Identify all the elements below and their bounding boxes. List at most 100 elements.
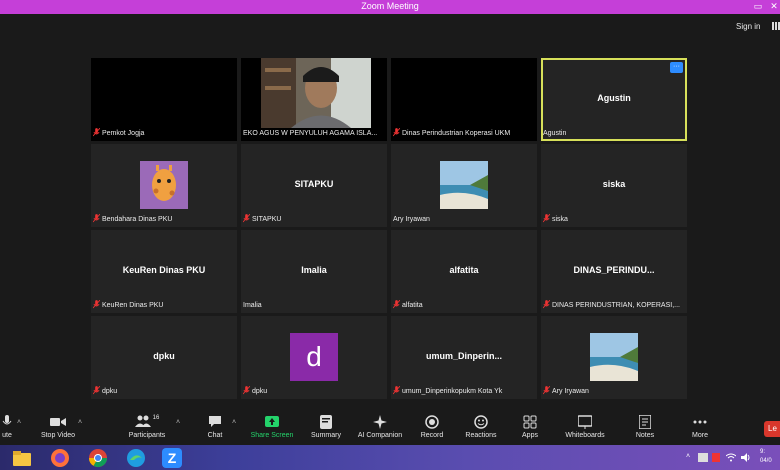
participant-tile[interactable]: DINAS_PERINDU... DINAS PERINDUSTRIAN, KO… (541, 230, 687, 313)
video-options-chevron-icon[interactable]: ˄ (78, 419, 82, 426)
participant-tile[interactable]: alfatita alfatita (391, 230, 537, 313)
stop-video-button[interactable]: Stop Video (36, 411, 80, 439)
participant-name: Imalia (243, 302, 262, 309)
muted-mic-icon (93, 386, 100, 395)
window-title: Zoom Meeting (361, 1, 419, 11)
restore-button[interactable]: ▭ (752, 1, 764, 12)
participant-name: alfatita (393, 300, 535, 311)
close-button[interactable]: ✕ (768, 1, 780, 12)
muted-mic-icon (393, 300, 400, 309)
participant-tile[interactable]: EKO AGUS W PENYULUH AGAMA ISLA... (241, 58, 387, 141)
participant-video (261, 58, 371, 128)
summary-doc-icon (320, 415, 332, 429)
edge-icon[interactable] (126, 448, 146, 468)
volume-icon[interactable] (741, 453, 751, 462)
participant-name: Bendahara Dinas PKU (93, 214, 235, 225)
tray-alert-icon[interactable] (712, 453, 720, 462)
participant-avatar-letter: d (290, 333, 338, 381)
participant-tile[interactable]: Bendahara Dinas PKU (91, 144, 237, 227)
whiteboard-icon (578, 415, 592, 429)
firefox-icon[interactable] (50, 448, 70, 468)
reactions-button[interactable]: Reactions (462, 411, 500, 439)
wifi-icon[interactable] (726, 453, 736, 462)
sparkle-icon (373, 415, 387, 429)
participants-options-chevron-icon[interactable]: ˄ (176, 419, 180, 426)
meeting-toolbar: ute ˄ Stop Video ˄ 16 Participants ˄ Cha… (0, 411, 780, 445)
participant-tile[interactable]: Pemkot Jogja (91, 58, 237, 141)
participants-icon (134, 415, 151, 427)
participant-display-name: Imalia (301, 265, 327, 275)
participant-tile[interactable]: SITAPKU SITAPKU (241, 144, 387, 227)
tile-menu-icon[interactable]: ··· (670, 62, 683, 73)
apps-button[interactable]: Apps (518, 411, 542, 439)
participant-name: dpku (243, 386, 385, 397)
share-screen-button[interactable]: Share Screen (248, 411, 296, 439)
participant-tile[interactable]: Ary Iryawan (541, 316, 687, 399)
participant-avatar-beach (590, 333, 638, 381)
tray-overflow-chevron-icon[interactable]: ˄ (686, 453, 690, 460)
chrome-icon[interactable] (88, 448, 108, 468)
notes-icon (639, 415, 651, 429)
clock-date: 04/0 (760, 458, 772, 464)
title-bar: Zoom Meeting ▭ ✕ (0, 0, 780, 14)
participant-avatar-giraffe (140, 161, 188, 209)
participant-tile[interactable]: Dinas Perindustrian Koperasi UKM (391, 58, 537, 141)
tray-app-icon[interactable] (698, 453, 708, 462)
muted-mic-icon (543, 300, 550, 309)
muted-mic-icon (243, 214, 250, 223)
clock-time: 9: (760, 449, 766, 455)
participant-display-name: umum_Dinperin... (425, 351, 502, 361)
participant-name: SITAPKU (243, 214, 385, 225)
participant-name: EKO AGUS W PENYULUH AGAMA ISLA... (243, 130, 378, 137)
participant-name: Pemkot Jogja (93, 128, 235, 139)
participant-tile[interactable]: dpku dpku (91, 316, 237, 399)
share-screen-icon (265, 416, 279, 427)
participant-tile[interactable]: d dpku (241, 316, 387, 399)
participants-button[interactable]: 16 Participants (125, 411, 169, 439)
participant-display-name: DINAS_PERINDU... (573, 265, 655, 275)
participant-name: Dinas Perindustrian Koperasi UKM (393, 128, 535, 139)
participant-name: KeuRen Dinas PKU (93, 300, 235, 311)
participant-tile[interactable]: Imalia Imalia (241, 230, 387, 313)
participant-avatar-beach (440, 161, 488, 209)
view-grid-icon[interactable] (772, 22, 780, 30)
muted-mic-icon (93, 300, 100, 309)
windows-taskbar: Z ˄ 9: 04/0 (0, 445, 780, 470)
record-button[interactable]: Record (418, 411, 446, 439)
muted-mic-icon (93, 128, 100, 137)
clock[interactable]: 9: 04/0 (760, 448, 772, 466)
leave-button[interactable]: Le (764, 421, 780, 437)
muted-mic-icon (543, 386, 550, 395)
apps-icon (523, 415, 537, 429)
participant-tile[interactable]: siska siska (541, 144, 687, 227)
whiteboards-button[interactable]: Whiteboards (562, 411, 608, 439)
participant-display-name: dpku (153, 351, 175, 361)
chat-button[interactable]: Chat (200, 411, 230, 439)
muted-mic-icon (393, 128, 400, 137)
sign-in-link[interactable]: Sign in (736, 22, 760, 31)
participant-display-name: KeuRen Dinas PKU (122, 265, 206, 275)
video-camera-icon (50, 418, 66, 426)
more-button[interactable]: More (688, 411, 712, 439)
participant-name: DINAS PERINDUSTRIAN, KOPERASI,... (543, 300, 685, 311)
ai-companion-button[interactable]: AI Companion (354, 411, 406, 439)
summary-button[interactable]: Summary (308, 411, 344, 439)
participant-name: Ary Iryawan (393, 216, 430, 223)
participant-tile[interactable]: KeuRen Dinas PKU KeuRen Dinas PKU (91, 230, 237, 313)
participant-tile-active-speaker[interactable]: ··· Agustin Agustin (541, 58, 687, 141)
muted-mic-icon (543, 214, 550, 223)
file-explorer-icon[interactable] (12, 448, 32, 468)
mute-button[interactable]: ute (0, 411, 14, 439)
participant-count: 16 (152, 415, 160, 421)
record-icon (425, 415, 439, 429)
chat-options-chevron-icon[interactable]: ˄ (232, 419, 236, 426)
participant-tile[interactable]: umum_Dinperin... umum_Dinperinkopukm Kot… (391, 316, 537, 399)
zoom-app-icon[interactable]: Z (162, 448, 182, 468)
chat-bubble-icon (209, 416, 221, 427)
participant-name: umum_Dinperinkopukm Kota Yk (393, 386, 535, 397)
notes-button[interactable]: Notes (632, 411, 658, 439)
participant-display-name: siska (602, 179, 626, 189)
participant-tile[interactable]: Ary Iryawan (391, 144, 537, 227)
audio-options-chevron-icon[interactable]: ˄ (17, 419, 21, 426)
smiley-icon (474, 415, 488, 429)
